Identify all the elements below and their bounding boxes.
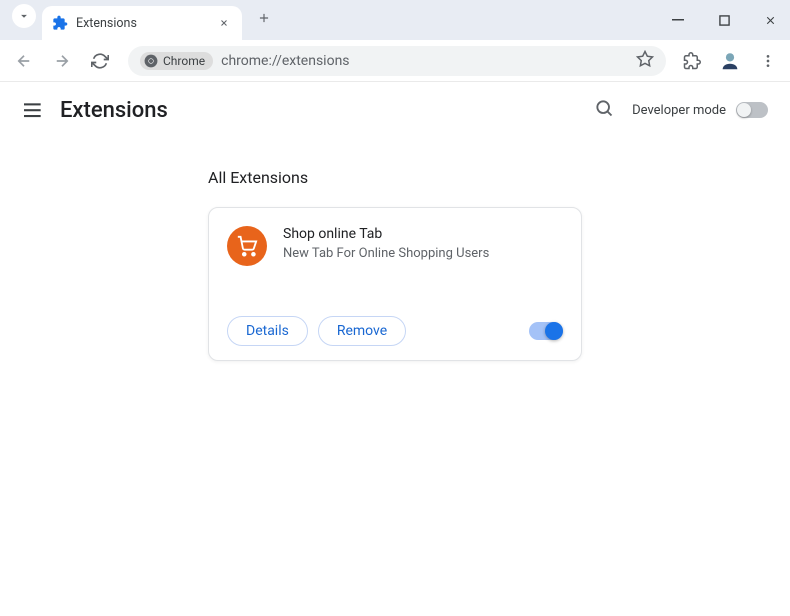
forward-button[interactable]: [48, 47, 76, 75]
address-bar[interactable]: Chrome chrome://extensions: [128, 46, 666, 76]
developer-mode-label: Developer mode: [632, 103, 726, 118]
window-controls: [664, 0, 784, 40]
tab-search-button[interactable]: [12, 4, 36, 28]
extension-card: Shop online Tab New Tab For Online Shopp…: [208, 207, 582, 361]
new-tab-button[interactable]: [250, 4, 278, 32]
chrome-site-badge: Chrome: [140, 52, 213, 70]
section-title: All Extensions: [208, 168, 790, 187]
developer-mode-toggle[interactable]: [736, 102, 768, 118]
address-url: chrome://extensions: [221, 53, 628, 69]
reload-button[interactable]: [86, 47, 114, 75]
browser-tab[interactable]: Extensions: [42, 6, 242, 40]
extensions-page: Extensions Developer mode All Extensions…: [0, 82, 790, 616]
close-window-button[interactable]: [756, 6, 784, 34]
back-button[interactable]: [10, 47, 38, 75]
chrome-badge-label: Chrome: [163, 54, 205, 68]
extensions-page-header: Extensions Developer mode: [0, 82, 790, 138]
maximize-button[interactable]: [710, 6, 738, 34]
browser-toolbar: Chrome chrome://extensions: [0, 40, 790, 82]
profile-avatar-button[interactable]: [718, 49, 742, 73]
extensions-button[interactable]: [680, 49, 704, 73]
extension-description: New Tab For Online Shopping Users: [283, 246, 563, 261]
page-title: Extensions: [60, 98, 168, 123]
tab-title: Extensions: [76, 16, 208, 31]
browser-titlebar: Extensions: [0, 0, 790, 40]
bookmark-star-icon[interactable]: [636, 50, 654, 72]
hamburger-menu-button[interactable]: [22, 98, 46, 122]
chrome-menu-button[interactable]: [756, 49, 780, 73]
remove-button[interactable]: Remove: [318, 316, 406, 346]
developer-mode-control: Developer mode: [632, 102, 768, 118]
extension-puzzle-icon: [52, 15, 68, 31]
extensions-content: All Extensions Shop online Tab New Tab F…: [0, 138, 790, 361]
search-button[interactable]: [594, 98, 614, 122]
extension-enable-toggle[interactable]: [529, 322, 563, 340]
extension-cart-icon: [227, 226, 267, 266]
details-button[interactable]: Details: [227, 316, 308, 346]
minimize-button[interactable]: [664, 6, 692, 34]
tab-close-button[interactable]: [216, 15, 232, 31]
extension-name: Shop online Tab: [283, 226, 563, 242]
